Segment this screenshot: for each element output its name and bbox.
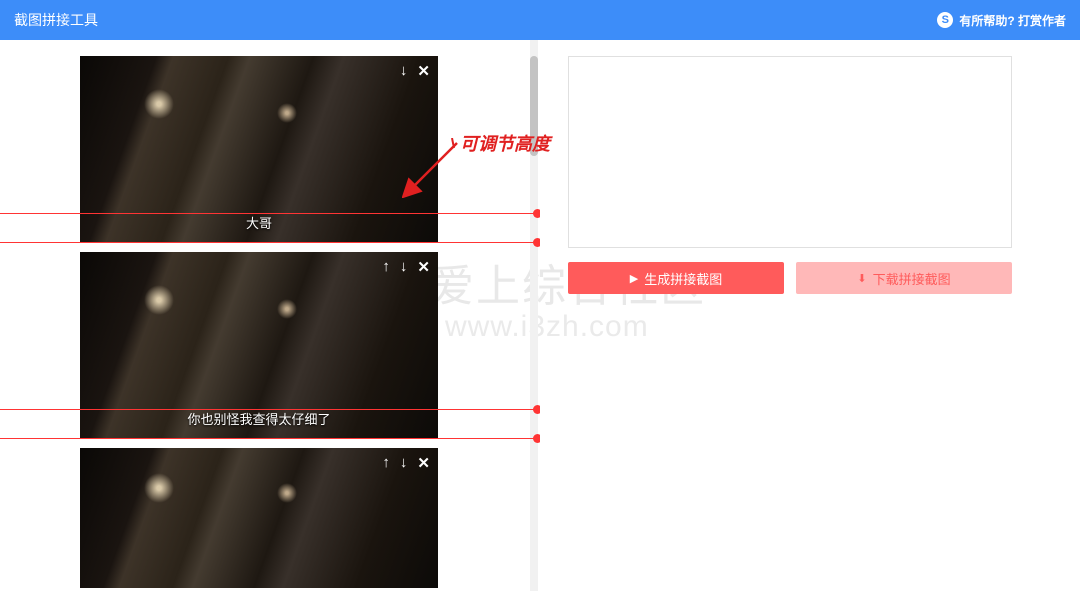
main-content: ↓ ✕ 大哥 ↑ ↓ ✕ 你也别怪我查得太仔细了 (0, 40, 1080, 591)
dollar-icon: S (937, 12, 953, 28)
move-down-icon[interactable]: ↓ (400, 258, 408, 276)
thumbnail-panel: ↓ ✕ 大哥 ↑ ↓ ✕ 你也别怪我查得太仔细了 (0, 40, 540, 591)
close-icon[interactable]: ✕ (417, 258, 430, 276)
close-icon[interactable]: ✕ (417, 454, 430, 472)
screenshot-thumbnail[interactable]: ↓ ✕ 大哥 (80, 56, 438, 242)
move-up-icon[interactable]: ↑ (382, 454, 390, 472)
download-label: 下载拼接截图 (873, 269, 951, 288)
subtitle-text: 你也别怪我查得太仔细了 (187, 409, 330, 428)
thumb-controls: ↑ ↓ ✕ (382, 258, 430, 276)
crop-handle[interactable] (533, 434, 540, 443)
move-down-icon[interactable]: ↓ (400, 454, 408, 472)
screenshot-thumbnail[interactable]: ↑ ↓ ✕ 你也别怪我查得太仔细了 (80, 252, 438, 438)
output-panel: ▶ 生成拼接截图 ⬇ 下载拼接截图 (540, 40, 1080, 591)
generate-button[interactable]: ▶ 生成拼接截图 (568, 262, 784, 294)
thumb-controls: ↓ ✕ (400, 62, 430, 80)
app-header: 截图拼接工具 S 有所帮助? 打赏作者 (0, 0, 1080, 40)
download-icon: ⬇ (857, 272, 866, 285)
play-icon: ▶ (630, 272, 638, 285)
thumb-item: ↓ ✕ 大哥 (80, 56, 438, 242)
move-up-icon[interactable]: ↑ (382, 258, 390, 276)
thumb-controls: ↑ ↓ ✕ (382, 454, 430, 472)
button-row: ▶ 生成拼接截图 ⬇ 下载拼接截图 (568, 262, 1012, 294)
crop-handle[interactable] (533, 405, 540, 414)
scrollbar-thumb[interactable] (530, 56, 538, 156)
subtitle-text: 大哥 (246, 213, 272, 232)
crop-handle[interactable] (533, 238, 540, 247)
tip-label: 有所帮助? 打赏作者 (959, 12, 1066, 29)
tip-link[interactable]: S 有所帮助? 打赏作者 (937, 12, 1066, 29)
move-down-icon[interactable]: ↓ (400, 62, 408, 80)
close-icon[interactable]: ✕ (417, 62, 430, 80)
crop-handle[interactable] (533, 209, 540, 218)
generate-label: 生成拼接截图 (644, 269, 722, 288)
thumb-item: ↑ ↓ ✕ 你也别怪我查得太仔细了 (80, 252, 438, 438)
download-button[interactable]: ⬇ 下载拼接截图 (796, 262, 1012, 294)
thumb-item: ↑ ↓ ✕ (80, 448, 438, 588)
crop-line-bottom[interactable] (0, 438, 538, 439)
crop-line-bottom[interactable] (0, 242, 538, 243)
preview-canvas (568, 56, 1012, 248)
app-title: 截图拼接工具 (14, 10, 98, 30)
screenshot-thumbnail[interactable]: ↑ ↓ ✕ (80, 448, 438, 588)
